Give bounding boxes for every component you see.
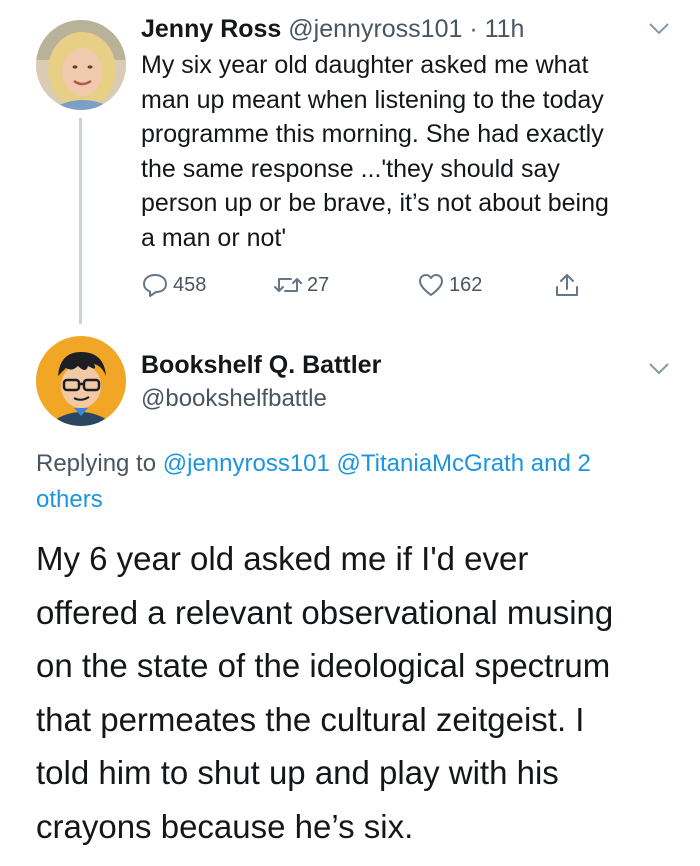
reply-button[interactable]: 458 <box>141 270 206 300</box>
tweet2-text: My 6 year old asked me if I'd ever offer… <box>36 532 686 853</box>
replying-to-line: Replying to @jennyross101 @TitaniaMcGrat… <box>36 446 676 518</box>
tweet2-text-line: told him to shut up and play with his <box>36 754 559 791</box>
tweet1-action-bar: 458 27 162 <box>141 270 601 300</box>
tweet1-separator: · <box>462 15 485 43</box>
bookshelf-battler-avatar[interactable] <box>36 336 126 426</box>
like-button[interactable]: 162 <box>417 270 482 300</box>
tweet2-text-line: on the state of the ideological spectrum <box>36 647 611 684</box>
share-button[interactable] <box>553 270 581 300</box>
mention-link-titaniamcgrath[interactable]: @TitaniaMcGrath <box>337 450 525 477</box>
replying-others-and[interactable]: and 2 <box>524 450 591 477</box>
retweet-count: 27 <box>307 273 330 296</box>
tweet1-text: My six year old daughter asked me what m… <box>141 48 681 255</box>
tweet1-text-line: programme this morning. She had exactly <box>141 120 604 148</box>
like-icon <box>419 274 443 296</box>
tweet2-text-line: crayons because he’s six. <box>36 807 414 845</box>
reply-icon <box>143 274 167 297</box>
mention-link-jennyross101[interactable]: @jennyross101 <box>163 450 330 477</box>
share-icon <box>556 274 578 296</box>
tweet1-text-line: a man or not' <box>141 223 287 252</box>
tweet1-header: Jenny Ross @jennyross101 · 11h <box>141 13 524 45</box>
jenny-ross-avatar[interactable] <box>36 20 126 110</box>
reply-count: 458 <box>173 273 207 296</box>
tweet2-text-line: that permeates the cultural zeitgeist. I <box>36 700 585 738</box>
tweet1-text-line: person up or be brave, it’s not about be… <box>141 189 609 217</box>
tweet1-author-name[interactable]: Jenny Ross <box>141 15 281 43</box>
retweet-icon <box>274 278 302 292</box>
tweet2-text-line: offered a relevant observational musing <box>36 593 614 631</box>
tweet1-handle[interactable]: @jennyross101 <box>288 15 462 43</box>
tweet1-text-line: man up meant when listening to the today <box>141 85 604 114</box>
thread-connector-line <box>79 118 82 324</box>
tweet2-author-name[interactable]: Bookshelf Q. Battler <box>141 350 381 380</box>
replying-prefix: Replying to <box>36 450 163 477</box>
tweet1-text-line: My six year old daughter asked me what <box>141 51 589 79</box>
tweet1-text-line: the same response ...'they should say <box>141 154 560 183</box>
retweet-button[interactable]: 27 <box>273 270 329 300</box>
replying-others-link[interactable]: others <box>36 486 103 513</box>
chevron-down-icon[interactable] <box>648 362 670 376</box>
tweet1-timestamp[interactable]: 11h <box>485 15 525 43</box>
chevron-down-icon[interactable] <box>648 22 670 36</box>
tweet2-handle[interactable]: @bookshelfbattle <box>141 384 327 414</box>
tweet2-text-line: My 6 year old asked me if I'd ever <box>36 540 529 577</box>
like-count: 162 <box>449 273 483 296</box>
